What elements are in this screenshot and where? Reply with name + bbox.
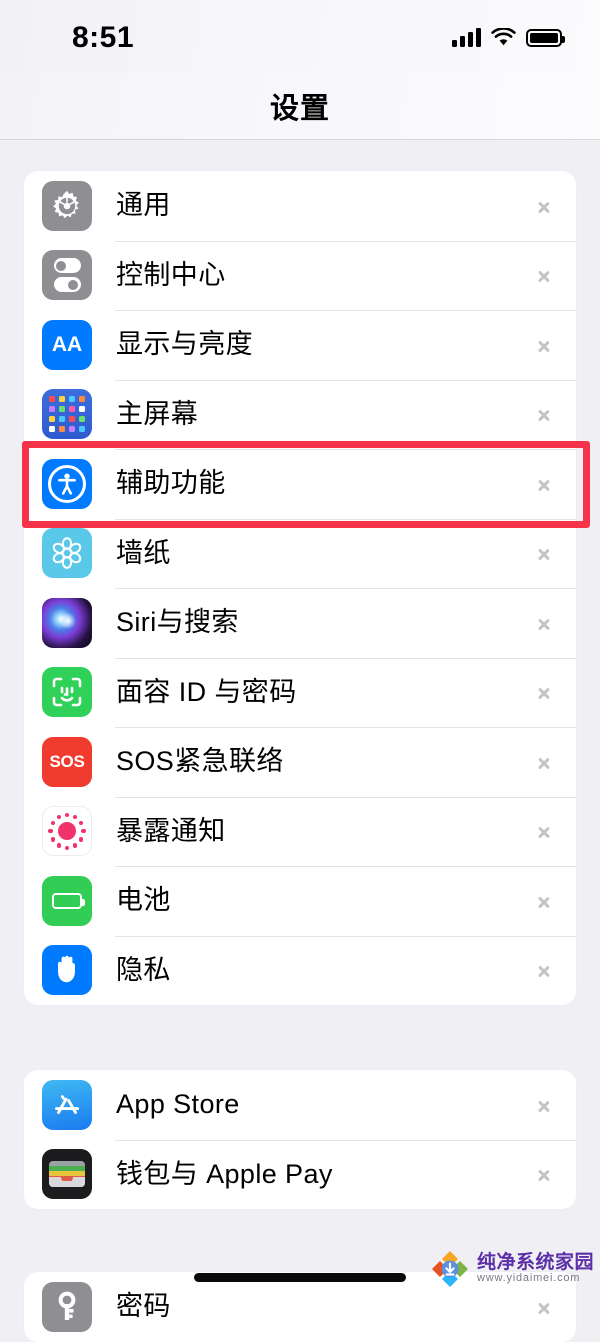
chevron-right-icon: [537, 472, 550, 496]
chevron-right-icon: [537, 889, 550, 913]
chevron-right-icon: [537, 402, 550, 426]
chevron-right-icon: [537, 263, 550, 287]
settings-row-home-screen[interactable]: 主屏幕: [24, 379, 576, 449]
watermark-logo-icon: [431, 1250, 469, 1288]
wallet-icon: [42, 1149, 92, 1200]
settings-row-label: 控制中心: [116, 259, 226, 290]
navigation-bar: 设置: [0, 72, 600, 140]
status-bar: 8:51: [0, 0, 600, 72]
display-brightness-icon: AA: [42, 319, 92, 370]
chevron-right-icon: [537, 194, 550, 218]
chevron-right-icon: [537, 333, 550, 357]
settings-row-label: 暴露通知: [116, 815, 226, 846]
settings-row-label: 密码: [116, 1291, 171, 1322]
chevron-right-icon: [537, 1162, 550, 1186]
settings-row-label: 电池: [116, 885, 171, 916]
settings-row-label: 墙纸: [116, 537, 171, 568]
home-screen-icon: [42, 389, 92, 440]
settings-row-wallpaper[interactable]: 墙纸: [24, 518, 576, 588]
status-bar-time: 8:51: [72, 21, 135, 54]
settings-row-siri-search[interactable]: Siri与搜索: [24, 588, 576, 658]
watermark-url: www.yidaimei.com: [476, 1272, 581, 1285]
settings-row-label: SOS紧急联络: [116, 746, 284, 777]
face-id-icon: [42, 667, 92, 718]
settings-row-label: App Store: [116, 1089, 240, 1120]
battery-settings-icon: [42, 875, 92, 926]
status-bar-indicators: [452, 27, 565, 47]
settings-row-control-center[interactable]: 控制中心: [24, 240, 576, 310]
chevron-right-icon: [537, 680, 550, 704]
settings-row-label: 钱包与 Apple Pay: [116, 1158, 333, 1189]
app-store-icon: [42, 1079, 92, 1130]
chevron-right-icon: [537, 541, 550, 565]
settings-row-general[interactable]: 通用: [24, 171, 576, 241]
settings-row-display-brightness[interactable]: AA 显示与亮度: [24, 310, 576, 380]
siri-icon: [42, 597, 92, 648]
settings-row-label: 隐私: [116, 954, 171, 985]
settings-row-label: 面容 ID 与密码: [116, 676, 297, 707]
accessibility-icon: [42, 458, 92, 509]
settings-row-wallet-apple-pay[interactable]: 钱包与 Apple Pay: [24, 1139, 576, 1209]
privacy-hand-icon: [42, 945, 92, 996]
home-indicator[interactable]: [194, 1273, 406, 1282]
cellular-signal-icon: [452, 28, 481, 47]
settings-row-app-store[interactable]: App Store: [24, 1070, 576, 1140]
sos-icon: SOS: [42, 736, 92, 787]
settings-scroll-view[interactable]: 通用 控制中心 AA 显示与亮度 主屏幕 辅助功能 墙纸 Siri与搜索 面容 …: [0, 141, 600, 1342]
page-title: 设置: [269, 92, 330, 125]
settings-group-store: App Store 钱包与 Apple Pay: [24, 1070, 576, 1209]
exposure-notification-icon: [42, 806, 92, 857]
settings-row-label: Siri与搜索: [116, 607, 239, 638]
watermark: 纯净系统家园 www.yidaimei.com: [431, 1250, 594, 1288]
chevron-right-icon: [537, 611, 550, 635]
settings-row-accessibility[interactable]: 辅助功能: [24, 449, 576, 519]
settings-row-emergency-sos[interactable]: SOS SOS紧急联络: [24, 727, 576, 797]
watermark-title: 纯净系统家园: [476, 1252, 594, 1274]
chevron-right-icon: [537, 819, 550, 843]
wifi-icon: [491, 27, 516, 47]
settings-row-label: 通用: [116, 190, 171, 221]
control-center-icon: [42, 250, 92, 301]
settings-group-system: 通用 控制中心 AA 显示与亮度 主屏幕 辅助功能 墙纸 Siri与搜索 面容 …: [24, 171, 576, 1005]
settings-row-privacy[interactable]: 隐私: [24, 935, 576, 1005]
settings-row-exposure-notifications[interactable]: 暴露通知: [24, 796, 576, 866]
chevron-right-icon: [537, 958, 550, 982]
chevron-right-icon: [537, 1295, 550, 1319]
settings-row-label: 主屏幕: [116, 398, 199, 429]
passwords-key-icon: [42, 1281, 92, 1332]
settings-row-label: 辅助功能: [116, 468, 226, 499]
chevron-right-icon: [537, 1093, 550, 1117]
battery-icon: [526, 29, 565, 47]
settings-row-label: 显示与亮度: [116, 329, 253, 360]
gear-icon: [42, 180, 92, 231]
settings-row-battery[interactable]: 电池: [24, 866, 576, 936]
settings-row-face-id-passcode[interactable]: 面容 ID 与密码: [24, 657, 576, 727]
wallpaper-icon: [42, 528, 92, 579]
chevron-right-icon: [537, 750, 550, 774]
